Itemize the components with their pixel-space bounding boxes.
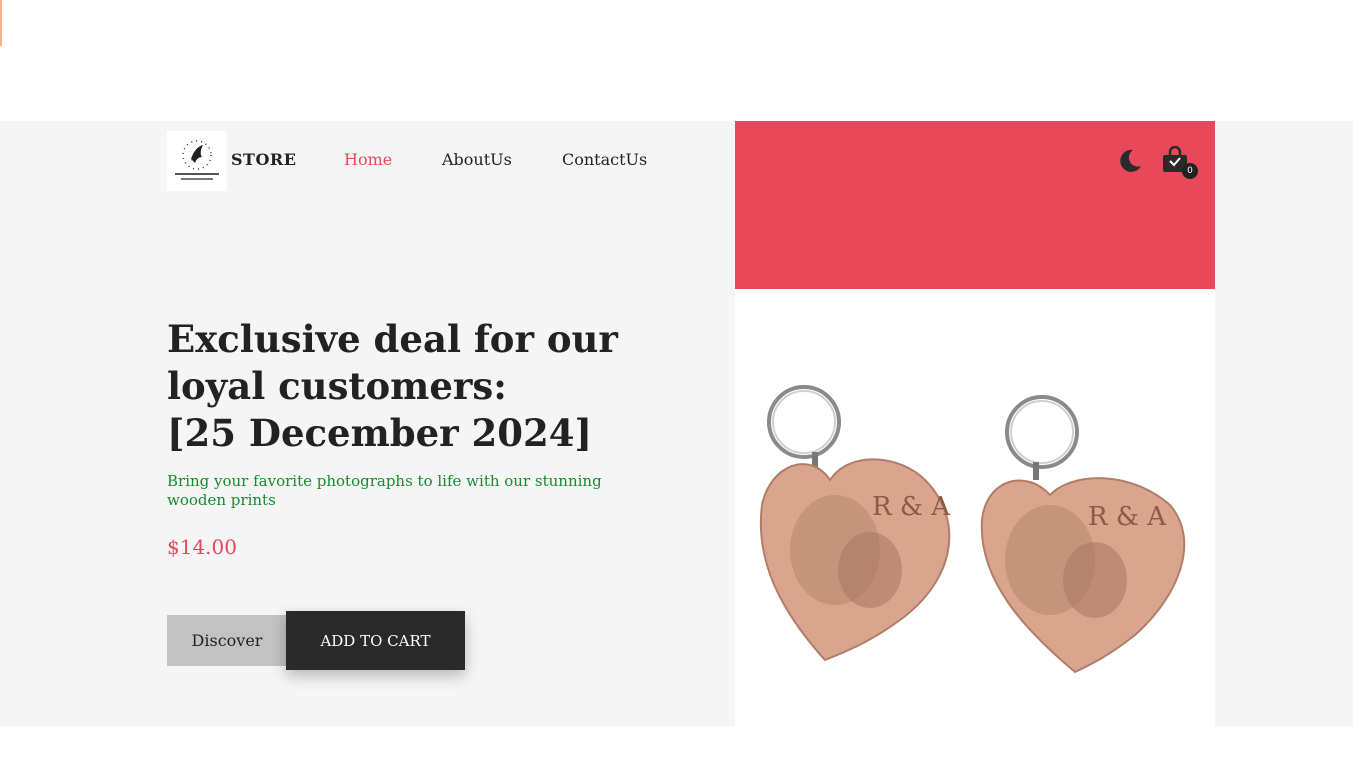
top-accent-bar xyxy=(0,0,2,46)
headline-line-1: Exclusive deal for our xyxy=(167,317,618,361)
hero-headline: Exclusive deal for our loyal customers: … xyxy=(167,316,687,457)
product-price: $14.00 xyxy=(167,535,237,559)
brand-name[interactable]: STORE xyxy=(231,150,296,169)
theme-toggle-button[interactable] xyxy=(1116,147,1144,179)
headline-line-2: loyal customers: xyxy=(167,364,507,408)
nav-about-us[interactable]: AboutUs xyxy=(442,150,512,169)
cart-count-badge: 0 xyxy=(1182,163,1198,179)
nav-contact-us[interactable]: ContactUs xyxy=(562,150,647,169)
store-logo[interactable] xyxy=(167,131,227,191)
headline-line-3: [25 December 2024] xyxy=(167,411,592,455)
nav-home[interactable]: Home xyxy=(344,150,392,169)
add-to-cart-button[interactable]: ADD TO CART xyxy=(286,611,465,670)
moon-icon xyxy=(1120,149,1141,172)
left-tag-text: R & A xyxy=(872,492,951,522)
hero-subtitle: Bring your favorite photographs to life … xyxy=(167,472,602,509)
discover-button[interactable]: Discover xyxy=(167,615,287,666)
right-tag-text: R & A xyxy=(1088,502,1167,532)
dove-logo-icon xyxy=(175,140,219,180)
product-image-heart-keychains: R & A R & A xyxy=(759,385,1186,674)
